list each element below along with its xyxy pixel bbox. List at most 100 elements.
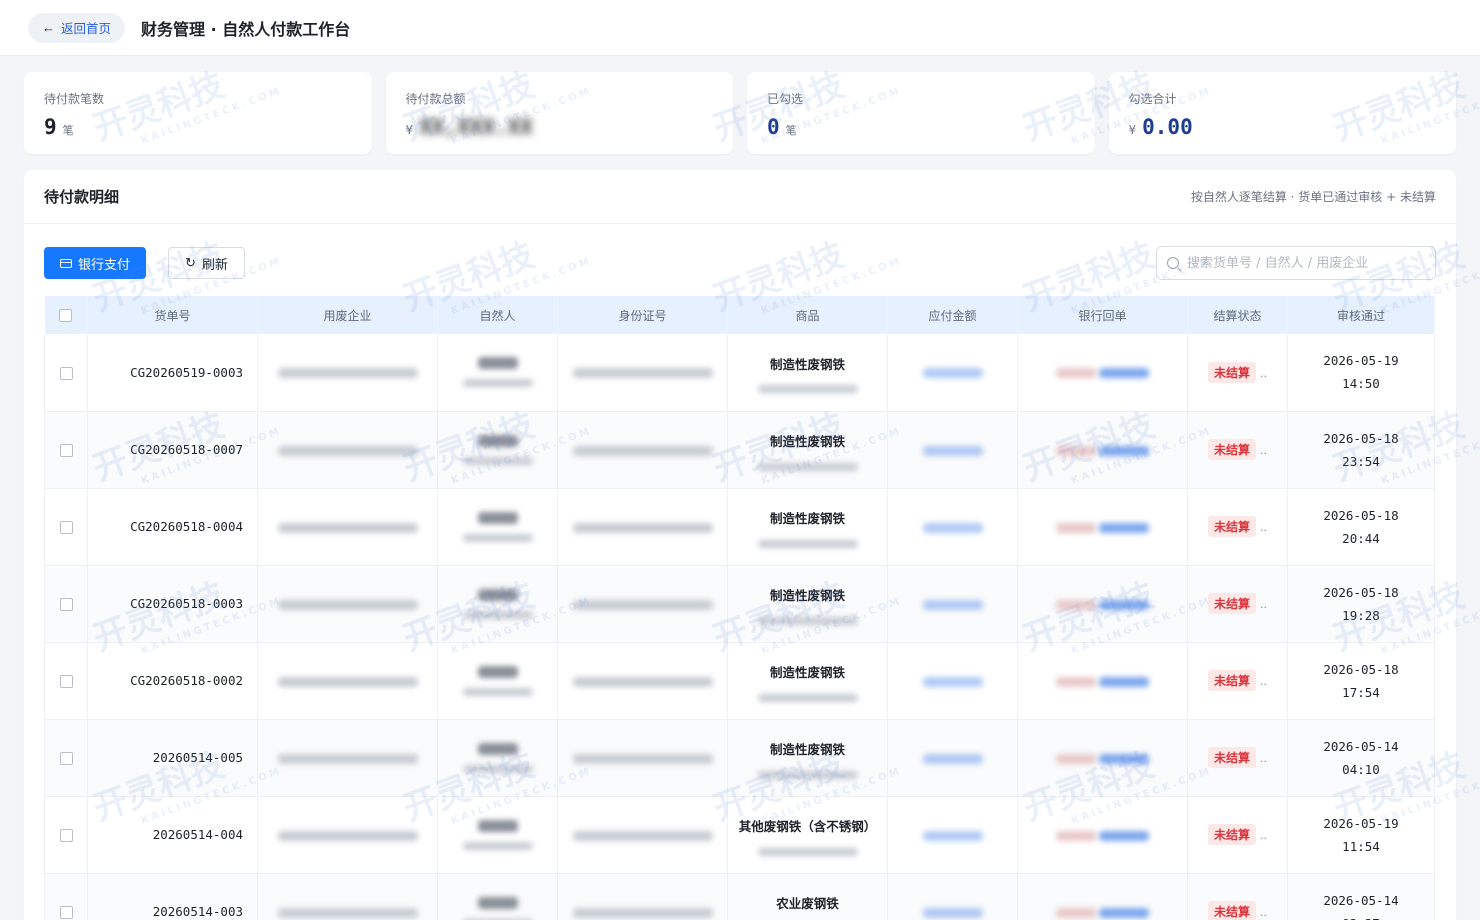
id-number-blurred bbox=[557, 411, 728, 489]
redacted-goods-detail bbox=[757, 616, 858, 625]
amount-blurred bbox=[887, 796, 1018, 874]
goods-name: 其他废钢铁（含不锈钢） bbox=[738, 819, 877, 834]
approved-date: 2026-05-18 bbox=[1323, 430, 1399, 446]
approved-time-cell: 2026-05-14 03:37 bbox=[1287, 873, 1435, 920]
row-checkbox[interactable] bbox=[59, 521, 73, 534]
stat-pending-total: 待付款总额 ¥ XX,XXX.XX bbox=[385, 72, 733, 154]
back-home-button[interactable]: ← 返回首页 bbox=[28, 12, 126, 43]
approved-time-cell: 2026-05-19 11:54 bbox=[1287, 796, 1435, 874]
id-number-blurred bbox=[557, 565, 728, 643]
amount-blurred bbox=[887, 488, 1018, 566]
status-more-icon: .. bbox=[1260, 444, 1267, 457]
bank-receipt-cell bbox=[1017, 719, 1188, 797]
top-bar: ← 返回首页 财务管理 · 自然人付款工作台 bbox=[0, 0, 1480, 56]
approved-time-cell: 2026-05-18 17:54 bbox=[1287, 642, 1435, 720]
approved-date: 2026-05-19 bbox=[1323, 353, 1399, 369]
column-header[interactable]: 用废企业 bbox=[257, 296, 438, 334]
bank-receipt-cell bbox=[1017, 565, 1188, 643]
receipt-link[interactable] bbox=[1099, 676, 1150, 687]
column-header[interactable]: 银行回单 bbox=[1017, 296, 1188, 334]
order-number[interactable]: 20260514-005 bbox=[87, 719, 258, 797]
row-checkbox[interactable] bbox=[59, 366, 73, 380]
redacted-id-number bbox=[572, 599, 713, 610]
order-number[interactable]: CG20260518-0003 bbox=[87, 565, 258, 643]
row-checkbox[interactable] bbox=[59, 444, 73, 457]
order-number[interactable]: CG20260518-0007 bbox=[87, 411, 258, 489]
redacted-person-name bbox=[477, 896, 518, 909]
amount-blurred bbox=[887, 873, 1018, 920]
row-checkbox[interactable] bbox=[59, 829, 73, 842]
approved-date: 2026-05-18 bbox=[1323, 661, 1399, 677]
redacted-amount bbox=[922, 676, 983, 687]
redacted-receipt bbox=[1055, 676, 1096, 687]
bank-pay-button[interactable]: 银行支付 bbox=[44, 247, 147, 279]
settle-status-cell: 未结算.. bbox=[1187, 642, 1288, 720]
table-row[interactable]: 20260514-005 制造性废钢铁 未结算.. 2026-05-14 04:… bbox=[44, 719, 1435, 797]
redacted-goods-detail bbox=[757, 539, 858, 548]
column-header[interactable]: 审核通过 bbox=[1287, 296, 1435, 334]
receipt-link[interactable] bbox=[1099, 368, 1150, 379]
redacted-id-number bbox=[572, 830, 713, 841]
waste-company-blurred bbox=[257, 488, 438, 566]
person-blurred bbox=[437, 411, 558, 489]
redacted-goods-detail bbox=[757, 770, 858, 779]
table-row[interactable]: CG20260518-0007 制造性废钢铁 未结算.. 2026-05-18 … bbox=[44, 411, 1435, 489]
row-checkbox[interactable] bbox=[59, 906, 73, 919]
order-number[interactable]: 20260514-004 bbox=[87, 796, 258, 874]
row-select-cell bbox=[44, 642, 88, 720]
redacted-person-name bbox=[477, 819, 518, 832]
redacted-amount bbox=[922, 445, 983, 456]
receipt-link[interactable] bbox=[1099, 522, 1150, 533]
order-number[interactable]: CG20260519-0003 bbox=[87, 334, 258, 412]
stat-label: 待付款笔数 bbox=[44, 92, 105, 106]
person-blurred bbox=[437, 642, 558, 720]
receipt-link[interactable] bbox=[1099, 830, 1150, 841]
table-row[interactable]: CG20260518-0004 制造性废钢铁 未结算.. 2026-05-18 … bbox=[44, 488, 1435, 566]
order-number[interactable]: CG20260518-0004 bbox=[87, 488, 258, 566]
column-header[interactable]: 自然人 bbox=[437, 296, 558, 334]
receipt-link[interactable] bbox=[1099, 445, 1150, 456]
waste-company-blurred bbox=[257, 334, 438, 412]
redacted-id-number bbox=[572, 676, 713, 687]
column-header[interactable]: 应付金额 bbox=[887, 296, 1018, 334]
select-all-checkbox[interactable] bbox=[59, 309, 73, 322]
row-checkbox[interactable] bbox=[59, 675, 73, 688]
column-header[interactable]: 商品 bbox=[727, 296, 888, 334]
status-badge: 未结算 bbox=[1207, 516, 1256, 537]
receipt-link[interactable] bbox=[1099, 599, 1150, 610]
stat-unit: 笔 bbox=[62, 124, 74, 137]
redacted-person-phone bbox=[462, 841, 533, 850]
table-row[interactable]: CG20260518-0002 制造性废钢铁 未结算.. 2026-05-18 … bbox=[44, 642, 1435, 720]
table-row[interactable]: CG20260518-0003 制造性废钢铁 未结算.. 2026-05-18 … bbox=[44, 565, 1435, 643]
approved-date: 2026-05-14 bbox=[1323, 738, 1399, 754]
table-row[interactable]: 20260514-003 农业废钢铁 未结算.. 2026-05-14 03:3… bbox=[44, 873, 1435, 920]
goods-name: 农业废钢铁 bbox=[776, 896, 839, 911]
status-badge: 未结算 bbox=[1207, 361, 1256, 383]
page-title: 财务管理 · 自然人付款工作台 bbox=[141, 19, 351, 39]
redacted-person-phone bbox=[462, 533, 533, 542]
redacted-person-phone bbox=[462, 456, 533, 465]
table-row[interactable]: CG20260519-0003 制造性废钢铁 未结算.. 2026-05-19 … bbox=[44, 334, 1435, 412]
settle-status-cell: 未结算.. bbox=[1187, 719, 1288, 797]
search-input[interactable] bbox=[1187, 255, 1425, 271]
receipt-link[interactable] bbox=[1099, 753, 1150, 764]
redacted-goods-detail bbox=[757, 385, 858, 394]
column-header[interactable]: 结算状态 bbox=[1187, 296, 1288, 334]
redacted-person-name bbox=[477, 742, 518, 755]
table-row[interactable]: 20260514-004 其他废钢铁（含不锈钢） 未结算.. 2026-05-1… bbox=[44, 796, 1435, 874]
receipt-link[interactable] bbox=[1099, 907, 1150, 918]
redacted-company bbox=[277, 830, 418, 841]
row-checkbox[interactable] bbox=[59, 752, 73, 765]
id-number-blurred bbox=[557, 719, 728, 797]
order-number[interactable]: 20260514-003 bbox=[87, 873, 258, 920]
refresh-button[interactable]: ↻ 刷新 bbox=[168, 247, 245, 279]
row-checkbox[interactable] bbox=[59, 598, 73, 611]
amount-blurred bbox=[887, 411, 1018, 489]
column-header[interactable]: 身份证号 bbox=[557, 296, 728, 334]
panel-note: 按自然人逐笔结算 · 货单已通过审核 + 未结算 bbox=[1190, 190, 1436, 204]
order-number[interactable]: CG20260518-0002 bbox=[87, 642, 258, 720]
select-all-cell bbox=[44, 296, 88, 334]
column-header[interactable]: 货单号 bbox=[87, 296, 258, 334]
stat-label: 勾选合计 bbox=[1128, 92, 1177, 106]
redacted-company bbox=[277, 599, 418, 610]
